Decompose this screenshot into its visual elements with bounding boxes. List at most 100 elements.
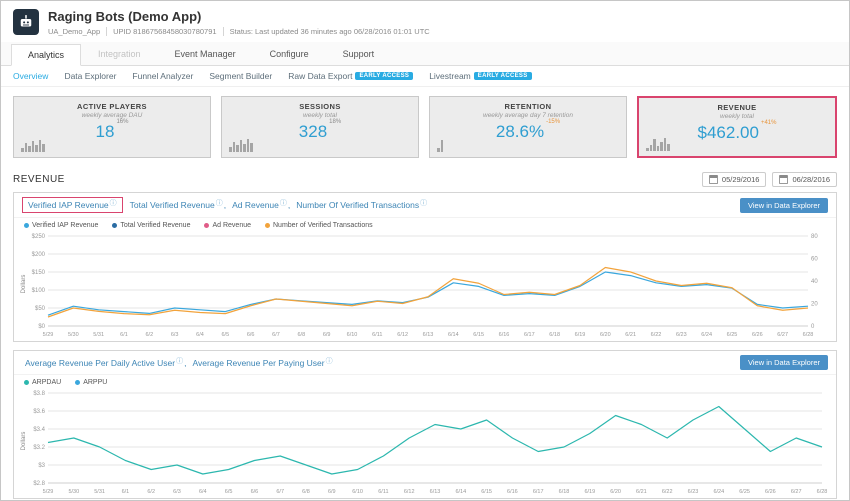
svg-text:$150: $150 [32, 270, 46, 276]
kpi-subtitle: weekly total [720, 113, 754, 120]
date-from-input[interactable]: 05/29/2016 [701, 172, 767, 187]
svg-text:6/15: 6/15 [481, 489, 492, 495]
tab-configure[interactable]: Configure [253, 43, 326, 65]
kpi-card-retention[interactable]: RETENTION weekly average day 7 retention… [429, 96, 627, 158]
svg-text:40: 40 [811, 279, 818, 285]
svg-text:6/1: 6/1 [120, 332, 128, 338]
svg-text:6/27: 6/27 [791, 489, 802, 495]
svg-text:$0: $0 [38, 324, 45, 330]
kpi-delta: 16% [116, 119, 129, 126]
tab-analytics[interactable]: Analytics [11, 44, 82, 66]
metric-label: Average Revenue Per Daily Active User [25, 357, 176, 368]
legend-label: Number of Verified Transactions [273, 222, 373, 229]
svg-text:6/20: 6/20 [600, 332, 611, 338]
kpi-card-active-players[interactable]: ACTIVE PLAYERS weekly average DAU 18 16% [13, 96, 211, 158]
legend-item-arpdau[interactable]: ARPDAU [24, 379, 61, 386]
svg-text:6/19: 6/19 [584, 489, 595, 495]
svg-text:6/21: 6/21 [625, 332, 636, 338]
metric-tab-verified-iap-revenue[interactable]: Verified IAP Revenue ⓘ [22, 197, 123, 213]
svg-text:6/17: 6/17 [524, 332, 535, 338]
svg-text:6/17: 6/17 [533, 489, 544, 495]
svg-text:6/13: 6/13 [430, 489, 441, 495]
svg-text:5/30: 5/30 [68, 489, 79, 495]
analytics-subnav: Overview Data Explorer Funnel Analyzer S… [1, 66, 849, 87]
subnav-data-explorer[interactable]: Data Explorer [64, 71, 116, 81]
metric-label: Verified IAP Revenue [28, 200, 109, 210]
metric-tab-arppu[interactable]: Average Revenue Per Paying User ⓘ [189, 356, 335, 370]
svg-text:6/6: 6/6 [247, 332, 255, 338]
legend-item-total-verified-revenue[interactable]: Total Verified Revenue [112, 222, 190, 229]
svg-text:6/2: 6/2 [146, 332, 154, 338]
svg-text:6/9: 6/9 [323, 332, 331, 338]
svg-text:6/18: 6/18 [559, 489, 570, 495]
svg-text:6/21: 6/21 [636, 489, 647, 495]
svg-text:6/19: 6/19 [575, 332, 586, 338]
kpi-value-number: 28.6% [495, 122, 545, 141]
svg-text:6/18: 6/18 [549, 332, 560, 338]
view-in-data-explorer-button[interactable]: View in Data Explorer [740, 355, 828, 370]
svg-text:6/7: 6/7 [276, 489, 284, 495]
kpi-subtitle: weekly total [303, 112, 337, 119]
svg-text:6/8: 6/8 [302, 489, 310, 495]
kpi-delta: -15% [546, 119, 561, 126]
kpi-card-revenue[interactable]: REVENUE weekly total $462.00 +41% [637, 96, 837, 158]
svg-text:5/30: 5/30 [68, 332, 79, 338]
svg-text:80: 80 [811, 234, 818, 240]
svg-text:$2.8: $2.8 [33, 481, 45, 487]
main-tabs: Analytics Integration Event Manager Conf… [1, 42, 849, 66]
legend-item-number-of-verified-transactions[interactable]: Number of Verified Transactions [265, 222, 373, 229]
info-icon[interactable]: ⓘ [326, 356, 333, 366]
svg-text:6/7: 6/7 [272, 332, 280, 338]
legend-dot [112, 223, 118, 228]
metric-label: Total Verified Revenue [129, 200, 215, 210]
svg-text:6/12: 6/12 [397, 332, 408, 338]
subnav-livestream[interactable]: Livestream EARLY ACCESS [429, 71, 532, 81]
legend-item-verified-iap-revenue[interactable]: Verified IAP Revenue [24, 222, 98, 229]
view-in-data-explorer-button[interactable]: View in Data Explorer [740, 197, 828, 213]
info-icon[interactable]: ⓘ [420, 198, 427, 208]
legend-item-ad-revenue[interactable]: Ad Revenue [204, 222, 251, 229]
svg-text:0: 0 [811, 324, 815, 330]
calendar-icon [708, 175, 718, 184]
subnav-raw-data-export[interactable]: Raw Data Export EARLY ACCESS [288, 71, 414, 81]
svg-text:6/1: 6/1 [122, 489, 130, 495]
tab-support[interactable]: Support [326, 43, 392, 65]
legend-label: Total Verified Revenue [120, 222, 191, 229]
legend-item-arppu[interactable]: ARPPU [75, 379, 107, 386]
metric-tab-ad-revenue[interactable]: Ad Revenue ⓘ [229, 198, 293, 212]
metric-tab-number-of-verified-transactions[interactable]: Number Of Verified Transactions ⓘ [293, 198, 430, 212]
info-icon[interactable]: ⓘ [110, 198, 117, 208]
svg-text:6/9: 6/9 [328, 489, 336, 495]
kpi-value-number: $462.00 [697, 123, 759, 142]
kpi-subtitle: weekly average DAU [81, 112, 143, 119]
tab-integration[interactable]: Integration [81, 43, 158, 65]
legend-dot [265, 223, 270, 228]
early-access-badge: EARLY ACCESS [355, 72, 414, 80]
svg-text:6/3: 6/3 [171, 332, 179, 338]
subnav-overview[interactable]: Overview [13, 71, 48, 81]
svg-text:$50: $50 [35, 306, 46, 312]
section-title: REVENUE [13, 174, 65, 185]
info-icon[interactable]: ⓘ [176, 356, 183, 366]
kpi-card-sessions[interactable]: SESSIONS weekly total 328 18% [221, 96, 419, 158]
subnav-raw-data-export-label: Raw Data Export [288, 71, 353, 81]
kpi-value-number: 18 [95, 122, 115, 141]
revenue-line-chart: $0 $50 $100 $150 $200 $250 0 20 40 60 80 5/29 5/30 5/… [18, 230, 832, 338]
app-header: Raging Bots (Demo App) UA_Demo_App UPID … [1, 1, 849, 42]
info-icon[interactable]: ⓘ [280, 198, 287, 208]
info-icon[interactable]: ⓘ [216, 198, 223, 208]
revenue-chart-legend: Verified IAP Revenue Total Verified Reve… [14, 218, 836, 229]
date-to-input[interactable]: 06/28/2016 [772, 172, 837, 187]
kpi-sparkline [21, 139, 45, 152]
metric-tab-total-verified-revenue[interactable]: Total Verified Revenue ⓘ [127, 198, 229, 212]
date-from-value: 05/29/2016 [721, 175, 760, 184]
subnav-overview-label: Overview [13, 71, 49, 81]
kpi-value: 28.6% -15% [430, 119, 626, 142]
subnav-segment-builder[interactable]: Segment Builder [209, 71, 272, 81]
svg-text:5/29: 5/29 [43, 332, 54, 338]
tab-event-manager[interactable]: Event Manager [158, 43, 253, 65]
metric-tab-arpdau[interactable]: Average Revenue Per Daily Active User ⓘ [22, 356, 189, 370]
svg-text:$3: $3 [38, 463, 45, 469]
subnav-funnel-analyzer[interactable]: Funnel Analyzer [132, 71, 193, 81]
svg-text:6/23: 6/23 [688, 489, 699, 495]
